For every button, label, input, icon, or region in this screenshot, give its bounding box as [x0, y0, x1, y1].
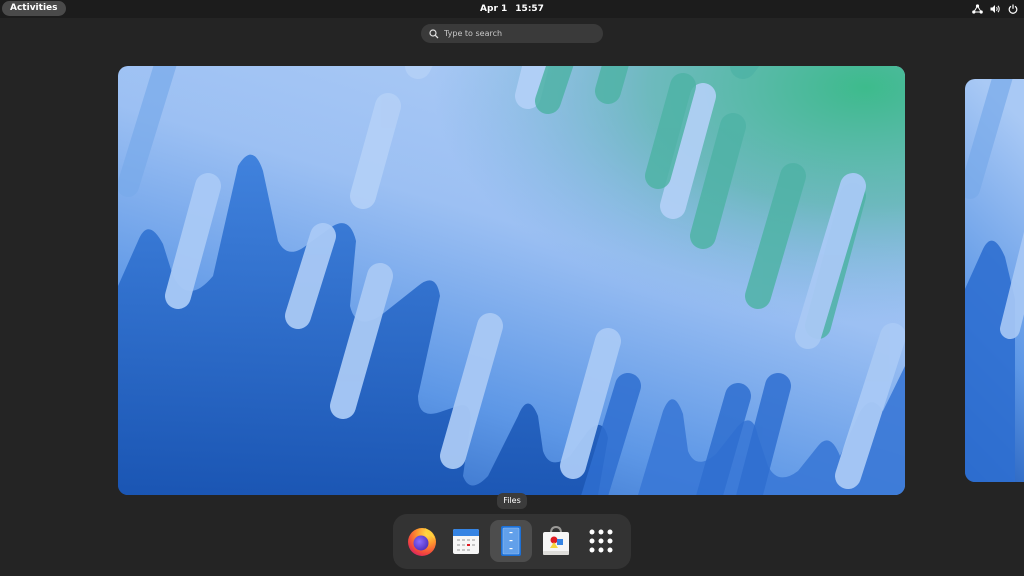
top-bar: Activities Apr 1 15:57: [0, 0, 1024, 18]
search-bar[interactable]: [421, 24, 603, 43]
workspace-thumbnail-current[interactable]: [118, 66, 905, 495]
search-icon: [429, 28, 440, 39]
power-icon: [1008, 4, 1018, 14]
firefox-icon: [408, 528, 436, 556]
software-icon: [543, 525, 569, 555]
workspace-thumbnail-next[interactable]: [965, 79, 1024, 482]
search-input[interactable]: [444, 29, 594, 38]
activities-button[interactable]: Activities: [2, 1, 66, 16]
clock-date: Apr 1: [480, 4, 508, 14]
clock-button[interactable]: Apr 1 15:57: [480, 4, 544, 14]
network-icon: [972, 4, 983, 14]
dash-tooltip: Files: [497, 493, 527, 509]
dash-item-firefox[interactable]: [401, 520, 443, 562]
overview-screen: Activities Apr 1 15:57 Type to search Fi…: [0, 0, 1024, 576]
wallpaper-image: [118, 66, 905, 495]
dash-item-software[interactable]: [535, 520, 577, 562]
dash-item-show-apps[interactable]: [580, 520, 622, 562]
wallpaper-image-next: [965, 79, 1024, 482]
dash-item-calendar[interactable]: [445, 520, 487, 562]
calendar-icon: [453, 529, 479, 554]
show-apps-icon: [589, 529, 613, 553]
dash-item-files[interactable]: [490, 520, 532, 562]
volume-icon: [990, 4, 1001, 14]
clock: Apr 1 15:57: [0, 0, 1024, 18]
dash: [393, 514, 631, 569]
system-status-area[interactable]: [972, 0, 1018, 18]
files-icon: [501, 526, 521, 556]
clock-time: 15:57: [515, 4, 544, 14]
